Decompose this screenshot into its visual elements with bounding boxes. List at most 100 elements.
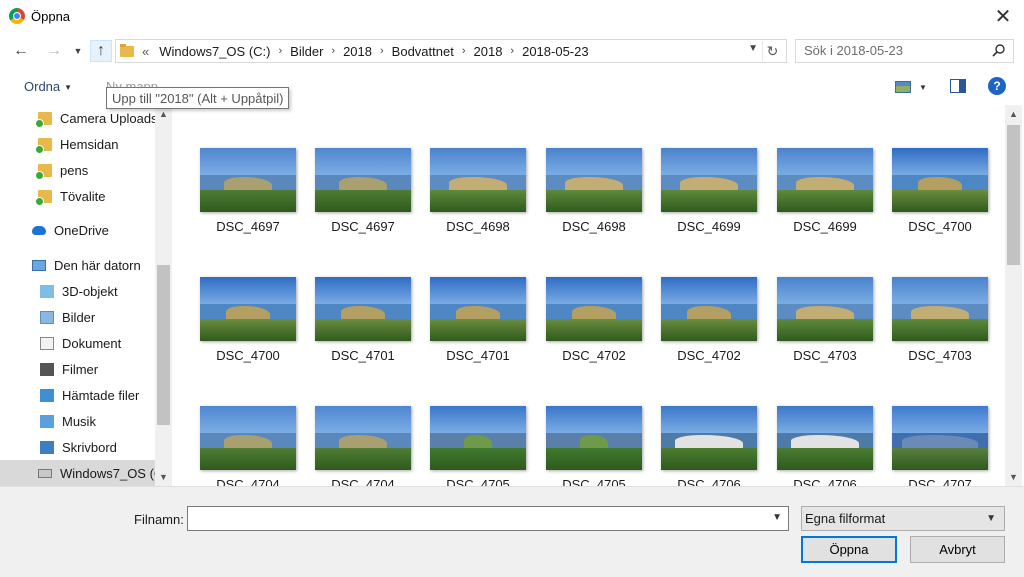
image-thumbnail[interactable] [315, 148, 411, 212]
image-thumbnail[interactable] [892, 148, 988, 212]
image-thumbnail[interactable] [200, 277, 296, 341]
organize-menu[interactable]: Ordna ▼ [24, 79, 72, 94]
file-item[interactable]: DSC_4700 [892, 148, 1005, 258]
forward-button[interactable]: → [43, 40, 65, 62]
breadcrumb-separator-icon[interactable]: › [327, 45, 339, 57]
image-thumbnail[interactable] [430, 277, 526, 341]
image-thumbnail[interactable] [546, 148, 642, 212]
sidebar-item[interactable]: OneDrive [0, 217, 155, 243]
file-list-scrollbar[interactable]: ▲ ▼ [1005, 105, 1022, 486]
breadcrumb-item[interactable]: 2018 [470, 44, 507, 59]
file-name: DSC_4700 [216, 348, 280, 363]
sidebar-scrollbar[interactable]: ▲ ▼ [155, 105, 172, 486]
sidebar-item[interactable]: Musik [0, 408, 155, 434]
sidebar-item[interactable]: Hemsidan [0, 131, 155, 157]
breadcrumb-overflow[interactable]: « [142, 44, 149, 59]
help-button[interactable]: ? [988, 77, 1006, 95]
address-dropdown-icon[interactable]: ▼ [748, 43, 758, 54]
pictures-icon [40, 310, 54, 324]
sidebar-item[interactable]: 3D-objekt [0, 278, 155, 304]
breadcrumb-separator-icon[interactable]: › [458, 45, 470, 57]
up-button[interactable]: ↑ [90, 40, 112, 62]
breadcrumb-item[interactable]: 2018-05-23 [518, 44, 593, 59]
file-item[interactable]: DSC_4701 [430, 277, 545, 387]
back-button[interactable]: ← [10, 40, 32, 62]
sidebar-item[interactable]: Dokument [0, 330, 155, 356]
scroll-up-icon[interactable]: ▲ [1005, 109, 1022, 119]
file-item[interactable]: DSC_4700 [200, 277, 315, 387]
image-thumbnail[interactable] [661, 406, 757, 470]
address-bar[interactable]: « Windows7_OS (C:) › Bilder › 2018 › Bodvattne… [115, 39, 787, 63]
sidebar-item[interactable]: Windows7_OS (C: [0, 460, 155, 486]
file-item[interactable]: DSC_4697 [315, 148, 430, 258]
breadcrumb-separator-icon[interactable]: › [274, 45, 286, 57]
image-thumbnail[interactable] [200, 406, 296, 470]
file-item[interactable]: DSC_4707 [892, 406, 1005, 486]
breadcrumb-separator-icon[interactable]: › [376, 45, 388, 57]
search-input[interactable]: Sök i 2018-05-23 [795, 39, 1014, 63]
image-thumbnail[interactable] [892, 277, 988, 341]
sidebar-item[interactable]: pens [0, 157, 155, 183]
file-item[interactable]: DSC_4702 [546, 277, 661, 387]
image-thumbnail[interactable] [430, 148, 526, 212]
close-button[interactable]: ✕ [990, 4, 1016, 28]
filetype-select[interactable]: Egna filformat ▼ [801, 506, 1005, 531]
image-thumbnail[interactable] [777, 148, 873, 212]
file-item[interactable]: DSC_4699 [777, 148, 892, 258]
chevron-down-icon[interactable]: ▼ [772, 512, 782, 523]
file-item[interactable]: DSC_4706 [661, 406, 776, 486]
image-thumbnail[interactable] [315, 406, 411, 470]
scroll-up-icon[interactable]: ▲ [155, 109, 172, 119]
image-thumbnail[interactable] [546, 406, 642, 470]
file-item[interactable]: DSC_4704 [200, 406, 315, 486]
refresh-icon[interactable]: ↻ [762, 41, 782, 61]
sidebar-item[interactable]: Hämtade filer [0, 382, 155, 408]
breadcrumb-item[interactable]: Bodvattnet [388, 44, 458, 59]
window-title: Öppna [31, 9, 71, 24]
image-thumbnail[interactable] [777, 406, 873, 470]
sidebar-item[interactable]: Filmer [0, 356, 155, 382]
file-item[interactable]: DSC_4698 [430, 148, 545, 258]
sidebar-item[interactable]: Den här datorn [0, 252, 155, 278]
image-thumbnail[interactable] [200, 148, 296, 212]
breadcrumb-item[interactable]: Bilder [286, 44, 327, 59]
preview-pane-button[interactable] [950, 79, 966, 93]
image-thumbnail[interactable] [315, 277, 411, 341]
breadcrumb-item[interactable]: 2018 [339, 44, 376, 59]
file-item[interactable]: DSC_4702 [661, 277, 776, 387]
chrome-icon [9, 8, 25, 24]
scroll-thumb[interactable] [1007, 125, 1020, 265]
scroll-down-icon[interactable]: ▼ [155, 472, 172, 482]
file-item[interactable]: DSC_4697 [200, 148, 315, 258]
sidebar-item[interactable]: Skrivbord [0, 434, 155, 460]
scroll-thumb[interactable] [157, 265, 170, 425]
file-item[interactable]: DSC_4705 [430, 406, 545, 486]
image-thumbnail[interactable] [430, 406, 526, 470]
image-thumbnail[interactable] [546, 277, 642, 341]
image-thumbnail[interactable] [777, 277, 873, 341]
open-button[interactable]: Öppna [801, 536, 897, 563]
file-item[interactable]: DSC_4703 [777, 277, 892, 387]
cancel-button[interactable]: Avbryt [910, 536, 1005, 563]
image-thumbnail[interactable] [661, 148, 757, 212]
file-item[interactable]: DSC_4699 [661, 148, 776, 258]
file-item[interactable]: DSC_4698 [546, 148, 661, 258]
sidebar-item[interactable]: Tövalite [0, 183, 155, 209]
image-thumbnail[interactable] [892, 406, 988, 470]
file-item[interactable]: DSC_4704 [315, 406, 430, 486]
breadcrumb-item[interactable]: Windows7_OS (C:) [155, 44, 274, 59]
scroll-down-icon[interactable]: ▼ [1005, 472, 1022, 482]
file-item[interactable]: DSC_4706 [777, 406, 892, 486]
recent-locations-button[interactable]: ▼ [70, 40, 86, 62]
sidebar-item-label: Musik [62, 413, 96, 429]
title-bar: Öppna ✕ [0, 0, 1024, 33]
up-button-tooltip: Upp till "2018" (Alt + Uppåtpil) [106, 87, 290, 109]
file-item[interactable]: DSC_4701 [315, 277, 430, 387]
file-item[interactable]: DSC_4705 [546, 406, 661, 486]
sidebar-item[interactable]: Bilder [0, 304, 155, 330]
change-view-button[interactable]: ▼ [895, 78, 935, 96]
breadcrumb-separator-icon[interactable]: › [506, 45, 518, 57]
image-thumbnail[interactable] [661, 277, 757, 341]
file-item[interactable]: DSC_4703 [892, 277, 1005, 387]
filename-input[interactable]: ▼ [187, 506, 789, 531]
